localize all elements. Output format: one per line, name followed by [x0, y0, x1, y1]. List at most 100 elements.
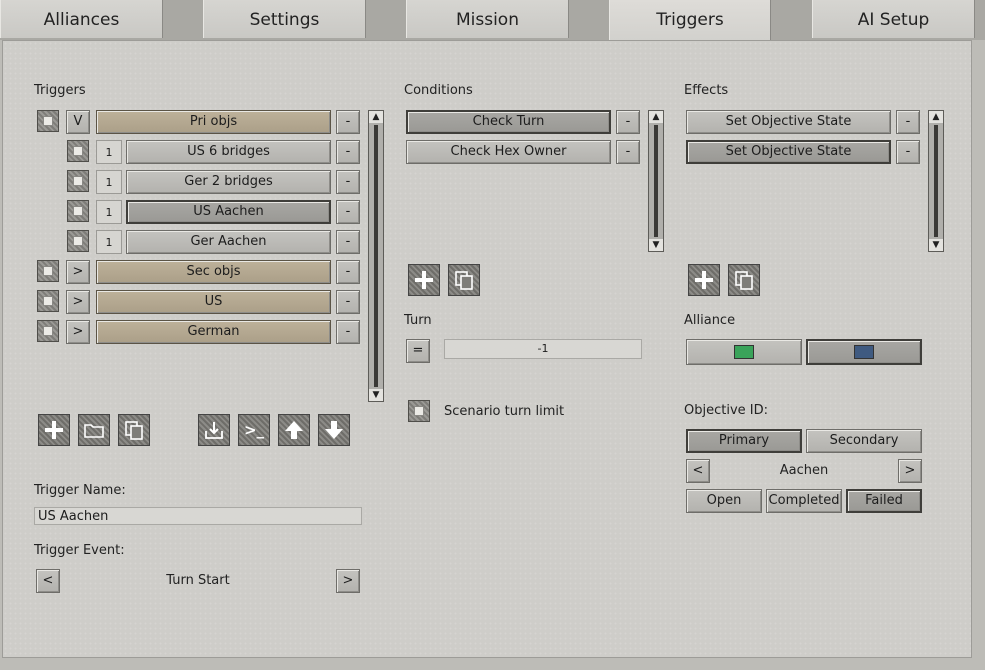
- trigger-remove-button[interactable]: -: [336, 200, 360, 224]
- triggers-panel: Triggers V Pri objs - 1 US 6 bridges - 1…: [2, 40, 972, 658]
- tab-bar: Alliances Settings Mission Triggers AI S…: [0, 0, 985, 40]
- trigger-checkbox[interactable]: [37, 260, 59, 282]
- effects-scrollbar[interactable]: ▲ ▼: [928, 110, 944, 252]
- move-up-button[interactable]: [278, 414, 310, 446]
- trigger-checkbox[interactable]: [37, 320, 59, 342]
- trigger-remove-button[interactable]: -: [336, 140, 360, 164]
- trigger-checkbox[interactable]: [67, 140, 89, 162]
- secondary-button[interactable]: Secondary: [806, 429, 922, 453]
- effect-row-set-objective-state[interactable]: Set Objective State: [686, 110, 891, 134]
- tab-alliances[interactable]: Alliances: [0, 0, 163, 38]
- trigger-count: 1: [96, 200, 122, 224]
- plus-icon: [695, 271, 713, 289]
- trigger-count: 1: [96, 230, 122, 254]
- state-completed-button[interactable]: Completed: [766, 489, 842, 513]
- condition-row-check-turn[interactable]: Check Turn: [406, 110, 611, 134]
- trigger-expand-toggle[interactable]: V: [66, 110, 90, 134]
- effects-heading: Effects: [684, 83, 729, 98]
- trigger-row-us[interactable]: US: [96, 290, 331, 314]
- trigger-remove-button[interactable]: -: [336, 170, 360, 194]
- copy-condition-button[interactable]: [448, 264, 480, 296]
- trigger-remove-button[interactable]: -: [336, 320, 360, 344]
- scroll-track[interactable]: [654, 125, 658, 237]
- effect-remove-button[interactable]: -: [896, 110, 920, 134]
- objective-prev-button[interactable]: <: [686, 459, 710, 483]
- turn-operator-button[interactable]: =: [406, 339, 430, 363]
- effect-row-set-objective-state[interactable]: Set Objective State: [686, 140, 891, 164]
- add-folder-button[interactable]: [78, 414, 110, 446]
- alliance-green-button[interactable]: [686, 339, 802, 365]
- trigger-row-us-6-bridges[interactable]: US 6 bridges: [126, 140, 331, 164]
- move-down-button[interactable]: [318, 414, 350, 446]
- trigger-checkbox[interactable]: [67, 230, 89, 252]
- tab-ai-setup[interactable]: AI Setup: [812, 0, 975, 38]
- trigger-row-us-aachen[interactable]: US Aachen: [126, 200, 331, 224]
- trigger-checkbox[interactable]: [37, 110, 59, 132]
- copy-icon: [125, 421, 143, 440]
- objective-id-label: Objective ID:: [684, 403, 768, 418]
- scroll-down-icon[interactable]: ▼: [929, 239, 943, 251]
- trigger-checkbox[interactable]: [67, 200, 89, 222]
- script-console-button[interactable]: >_: [238, 414, 270, 446]
- trigger-event-next-button[interactable]: >: [336, 569, 360, 593]
- add-trigger-button[interactable]: [38, 414, 70, 446]
- trigger-remove-button[interactable]: -: [336, 230, 360, 254]
- primary-button[interactable]: Primary: [686, 429, 802, 453]
- alliance-blue-button[interactable]: [806, 339, 922, 365]
- state-failed-button[interactable]: Failed: [846, 489, 922, 513]
- turn-value-input[interactable]: -1: [444, 339, 642, 359]
- turn-label: Turn: [404, 313, 432, 328]
- trigger-row-ger-aachen[interactable]: Ger Aachen: [126, 230, 331, 254]
- scenario-turn-limit-checkbox[interactable]: [408, 400, 430, 422]
- trigger-event-prev-button[interactable]: <: [36, 569, 60, 593]
- copy-icon: [455, 271, 473, 290]
- import-trigger-button[interactable]: [198, 414, 230, 446]
- scroll-track[interactable]: [374, 125, 378, 387]
- trigger-row-ger-2-bridges[interactable]: Ger 2 bridges: [126, 170, 331, 194]
- tab-mission[interactable]: Mission: [406, 0, 569, 38]
- trigger-name-label: Trigger Name:: [34, 483, 126, 498]
- trigger-expand-toggle[interactable]: >: [66, 320, 90, 344]
- trigger-name-input[interactable]: US Aachen: [34, 507, 362, 525]
- copy-icon: [735, 271, 753, 290]
- trigger-checkbox[interactable]: [67, 170, 89, 192]
- trigger-row-pri-objs[interactable]: Pri objs: [96, 110, 331, 134]
- plus-icon: [415, 271, 433, 289]
- trigger-count: 1: [96, 170, 122, 194]
- trigger-count: 1: [96, 140, 122, 164]
- scroll-down-icon[interactable]: ▼: [649, 239, 663, 251]
- arrow-up-icon: [285, 421, 303, 439]
- tab-triggers[interactable]: Triggers: [609, 0, 771, 40]
- conditions-scrollbar[interactable]: ▲ ▼: [648, 110, 664, 252]
- add-condition-button[interactable]: [408, 264, 440, 296]
- trigger-remove-button[interactable]: -: [336, 290, 360, 314]
- tab-settings[interactable]: Settings: [203, 0, 366, 38]
- state-open-button[interactable]: Open: [686, 489, 762, 513]
- trigger-checkbox[interactable]: [37, 290, 59, 312]
- trigger-remove-button[interactable]: -: [336, 110, 360, 134]
- condition-remove-button[interactable]: -: [616, 140, 640, 164]
- blue-swatch-icon: [854, 345, 874, 359]
- download-icon: [205, 422, 223, 439]
- objective-next-button[interactable]: >: [898, 459, 922, 483]
- condition-remove-button[interactable]: -: [616, 110, 640, 134]
- scroll-track[interactable]: [934, 125, 938, 237]
- trigger-row-german[interactable]: German: [96, 320, 331, 344]
- effect-remove-button[interactable]: -: [896, 140, 920, 164]
- copy-effect-button[interactable]: [728, 264, 760, 296]
- add-effect-button[interactable]: [688, 264, 720, 296]
- scroll-down-icon[interactable]: ▼: [369, 389, 383, 401]
- condition-row-check-hex-owner[interactable]: Check Hex Owner: [406, 140, 611, 164]
- copy-trigger-button[interactable]: [118, 414, 150, 446]
- trigger-expand-toggle[interactable]: >: [66, 290, 90, 314]
- conditions-heading: Conditions: [404, 83, 473, 98]
- triggers-scrollbar[interactable]: ▲ ▼: [368, 110, 384, 402]
- trigger-row-sec-objs[interactable]: Sec objs: [96, 260, 331, 284]
- scroll-up-icon[interactable]: ▲: [369, 111, 383, 123]
- arrow-down-icon: [325, 421, 343, 439]
- folder-icon: [84, 424, 104, 438]
- trigger-remove-button[interactable]: -: [336, 260, 360, 284]
- scroll-up-icon[interactable]: ▲: [929, 111, 943, 123]
- trigger-expand-toggle[interactable]: >: [66, 260, 90, 284]
- scroll-up-icon[interactable]: ▲: [649, 111, 663, 123]
